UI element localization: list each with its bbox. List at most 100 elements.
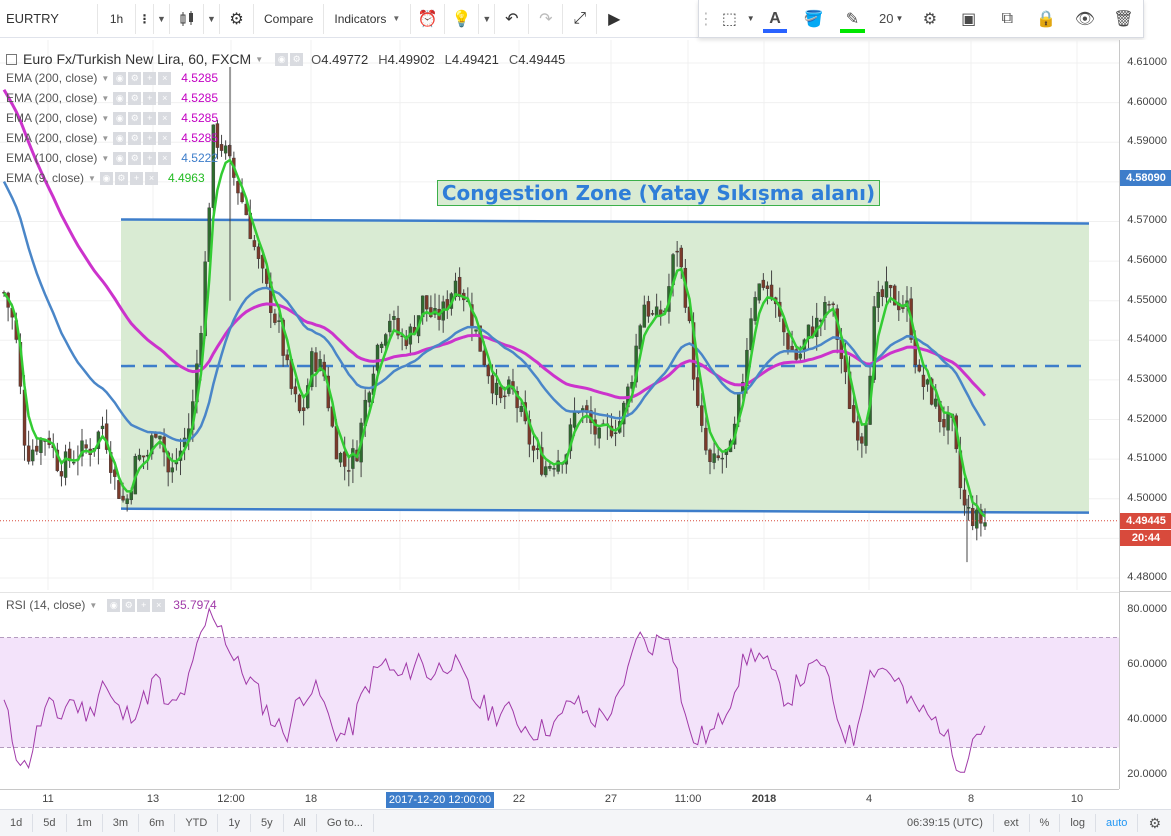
indicator-row[interactable]: EMA (100, close) ▼ ◉ ⚙ + × 4.5222 [6,148,575,168]
indicator-eye-icon[interactable]: ◉ [113,111,127,125]
indicator-remove-icon[interactable]: × [144,171,158,185]
indicator-add-icon[interactable]: + [143,131,157,145]
alert-clock-icon[interactable]: ⏰ [411,3,446,34]
indicator-row[interactable]: EMA (200, close) ▼ ◉ ⚙ + × 4.5285 [6,128,575,148]
collapse-legend-icon[interactable] [6,53,17,65]
range-button-1d[interactable]: 1d [0,814,34,832]
candles-chart-type-icon[interactable] [170,3,204,34]
drawing-settings-gear-icon[interactable]: ⚙ [911,2,950,36]
indicators-dropdown-icon: ▼ [392,14,401,23]
indicator-eye-icon[interactable]: ◉ [113,91,127,105]
indicator-settings-icon[interactable]: ⚙ [128,71,142,85]
indicator-add-icon[interactable]: + [129,171,143,185]
percent-scale-toggle[interactable]: % [1028,814,1060,832]
range-button-all[interactable]: All [284,814,317,832]
indicator-remove-icon[interactable]: × [158,91,172,105]
indicator-remove-icon[interactable]: × [158,71,172,85]
clone-icon[interactable]: ⧉ [988,2,1027,36]
symbol-search-input[interactable]: EURTRY [0,3,98,34]
indicator-dropdown-icon[interactable]: ▼ [101,74,109,83]
fullscreen-icon[interactable]: ⤢ [563,3,598,34]
indicator-remove-icon[interactable]: × [158,111,172,125]
interval-button[interactable]: 1h [98,3,136,34]
indicator-row[interactable]: EMA (200, close) ▼ ◉ ⚙ + × 4.5285 [6,108,575,128]
lock-icon[interactable]: 🔒 [1027,2,1066,36]
candle-body [884,281,889,298]
range-button-ytd[interactable]: YTD [175,814,219,832]
rsi-settings-icon[interactable]: ⚙ [122,598,136,612]
indicator-settings-icon[interactable]: ⚙ [128,91,142,105]
goto-button[interactable]: Go to... [317,814,374,832]
range-button-6m[interactable]: 6m [139,814,176,832]
time-axis[interactable]: 11 13 12:00 18 22 27 11:00 2018 4 8 10 2017-12-20 1… [0,789,1119,809]
drag-handle-icon[interactable]: ⋮ [698,2,714,36]
indicator-remove-icon[interactable]: × [158,131,172,145]
range-button-1m[interactable]: 1m [67,814,103,832]
utc-clock[interactable]: 06:39:15 (UTC) [897,814,993,832]
trash-icon[interactable]: 🗑 [1104,2,1143,36]
font-size-select[interactable]: 20 ▼ [872,2,911,36]
ext-hours-toggle[interactable]: ext [992,814,1029,832]
indicator-row[interactable]: EMA (200, close) ▼ ◉ ⚙ + × 4.5285 [6,68,575,88]
indicator-row[interactable]: EMA (200, close) ▼ ◉ ⚙ + × 4.5285 [6,88,575,108]
redo-icon[interactable]: ↷ [529,3,564,34]
undo-icon[interactable]: ↶ [495,3,530,34]
chart-type-dropdown-icon[interactable]: ▼ [204,3,220,34]
indicator-settings-icon[interactable]: ⚙ [128,111,142,125]
log-label: log [1070,817,1086,829]
ideas-lightbulb-icon[interactable]: 💡 [445,3,480,34]
legend-dropdown-icon[interactable]: ▼ [255,55,263,64]
candle-body [31,449,35,462]
range-button-1y[interactable]: 1y [218,814,251,832]
text-color-icon[interactable]: A [756,2,795,36]
indicator-eye-icon[interactable]: ◉ [113,151,127,165]
indicator-settings-icon[interactable]: ⚙ [128,151,142,165]
line-color-pen-icon[interactable]: ✎ [833,2,872,36]
settings-gear-icon[interactable]: ⚙ [220,3,254,34]
range-button-5y[interactable]: 5y [251,814,284,832]
selection-area-icon[interactable]: ⬚ [713,2,746,36]
indicator-add-icon[interactable]: + [143,111,157,125]
log-scale-toggle[interactable]: log [1059,814,1095,832]
legend-eye-icon[interactable]: ◉ [275,52,289,66]
ideas-dropdown-icon[interactable]: ▼ [479,3,496,34]
indicator-dropdown-icon[interactable]: ▼ [88,174,96,183]
indicator-eye-icon[interactable]: ◉ [113,71,127,85]
indicators-button[interactable]: Indicators ▼ [324,3,412,34]
indicator-dropdown-icon[interactable]: ▼ [101,94,109,103]
auto-scale-toggle[interactable]: auto [1095,814,1137,832]
interval-dropdown-icon[interactable]: ▼ [154,3,170,34]
indicator-dropdown-icon[interactable]: ▼ [101,154,109,163]
indicator-add-icon[interactable]: + [143,91,157,105]
selection-dropdown-icon[interactable]: ▼ [746,2,756,36]
axis-settings-gear-icon[interactable]: ⚙ [1137,814,1171,832]
indicator-add-icon[interactable]: + [143,151,157,165]
congestion-zone-label[interactable]: Congestion Zone (Yatay Sıkışma alanı) [437,180,880,206]
legend-settings-icon[interactable]: ⚙ [290,52,304,66]
replay-play-icon[interactable]: ▶ [597,4,631,34]
time-tick-label: 4 [865,793,873,805]
range-button-3m[interactable]: 3m [103,814,140,832]
visibility-eye-icon[interactable]: 👁 [1065,2,1104,36]
indicator-add-icon[interactable]: + [143,71,157,85]
indicator-settings-icon[interactable]: ⚙ [128,131,142,145]
rsi-remove-icon[interactable]: × [152,598,166,612]
price-axis[interactable]: 4.610004.600004.590004.580004.570004.560… [1119,40,1171,789]
rsi-pane[interactable] [0,592,1119,789]
rsi-dropdown-icon[interactable]: ▼ [89,601,97,610]
range-button-5d[interactable]: 5d [33,814,67,832]
rsi-eye-icon[interactable]: ◉ [107,598,121,612]
indicator-dropdown-icon[interactable]: ▼ [101,134,109,143]
fill-bucket-icon[interactable]: 🪣 [794,2,833,36]
indicator-dropdown-icon[interactable]: ▼ [101,114,109,123]
indicator-eye-icon[interactable]: ◉ [99,171,113,185]
rsi-legend-label: RSI (14, close) [6,598,86,612]
rsi-add-icon[interactable]: + [137,598,151,612]
visual-order-icon[interactable]: ▣ [949,2,988,36]
indicator-settings-icon[interactable]: ⚙ [114,171,128,185]
more-intervals-icon[interactable]: ⋮ [136,3,154,34]
indicator-eye-icon[interactable]: ◉ [113,131,127,145]
candle-body [597,427,601,439]
indicator-remove-icon[interactable]: × [158,151,172,165]
compare-button[interactable]: Compare [254,3,325,34]
